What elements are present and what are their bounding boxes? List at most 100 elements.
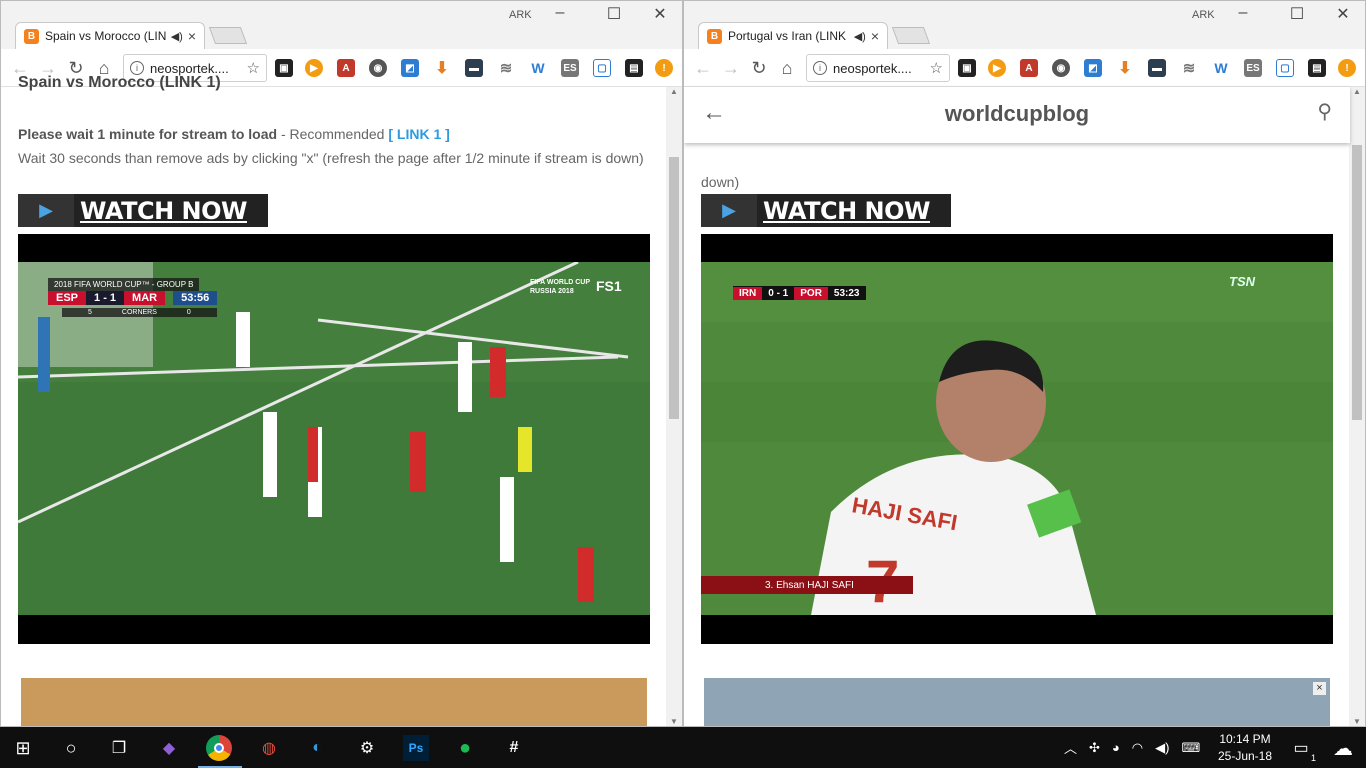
- page-content: Spain vs Morocco (LINK 1) Please wait 1 …: [1, 74, 667, 726]
- slack-icon[interactable]: #: [501, 735, 527, 761]
- extension-icon[interactable]: ES: [1244, 59, 1262, 77]
- windows-start-icon[interactable]: ⊞: [10, 735, 36, 761]
- wait-text: Please wait 1 minute for stream to load: [18, 126, 278, 142]
- extension-icon[interactable]: ▢: [593, 59, 611, 77]
- back-arrow-icon[interactable]: ←: [692, 58, 714, 78]
- title-bar: B Portugal vs Iran (LINK ◀) × ARK – ☐ ✕: [684, 1, 1365, 49]
- extension-icon[interactable]: ES: [561, 59, 579, 77]
- cortana-search-icon[interactable]: ○: [58, 735, 84, 761]
- app-tray-icon[interactable]: ✣: [1089, 740, 1100, 756]
- extension-icon[interactable]: ◩: [1084, 59, 1102, 77]
- profile-name[interactable]: ARK: [509, 9, 532, 21]
- weather-icon[interactable]: ☁: [1330, 735, 1356, 761]
- address-bar[interactable]: i neosportek.... ☆: [806, 54, 950, 82]
- ad-banner[interactable]: [21, 678, 647, 726]
- pdf-extension-icon[interactable]: A: [1020, 59, 1038, 77]
- discord-icon[interactable]: ◕: [1112, 740, 1120, 755]
- extension-icon[interactable]: ▣: [275, 59, 293, 77]
- volume-icon[interactable]: ◀): [1155, 740, 1169, 756]
- steam-icon[interactable]: ⚙: [354, 735, 380, 761]
- chevron-up-icon[interactable]: ︿: [1064, 738, 1077, 757]
- tab-close-icon[interactable]: ×: [188, 28, 196, 44]
- app-icon[interactable]: ◍: [256, 735, 282, 761]
- download-icon[interactable]: ⬇: [1116, 59, 1134, 77]
- info-icon[interactable]: i: [813, 61, 827, 75]
- extension-icon[interactable]: ▶: [305, 59, 323, 77]
- taskbar: ⊞ ○ ❐ ◆ ◍ ◐ ⚙ Ps ● # ︿ ✣ ◕ ◠ ◀) ⌨ 10:14 …: [0, 727, 1366, 768]
- match-clock: 53:23: [827, 286, 866, 300]
- ad-close-button[interactable]: ×: [1313, 682, 1326, 695]
- blog-title[interactable]: worldcupblog: [684, 101, 1350, 127]
- database-icon[interactable]: ≋: [1180, 59, 1198, 77]
- system-tray: ︿ ✣ ◕ ◠ ◀) ⌨: [1064, 727, 1200, 768]
- photoshop-icon[interactable]: Ps: [403, 735, 429, 761]
- corners-left: 5: [88, 309, 92, 316]
- keyboard-icon[interactable]: ⌨: [1181, 740, 1200, 756]
- maximize-button[interactable]: ☐: [594, 4, 634, 24]
- chrome-icon[interactable]: [206, 735, 232, 761]
- tab-title: Portugal vs Iran (LINK: [728, 29, 847, 43]
- new-tab-button[interactable]: [891, 27, 931, 44]
- extension-icon[interactable]: ▤: [625, 59, 643, 77]
- match-video-frame: HAJI SAFI 7: [701, 262, 1333, 615]
- corners-right: 0: [186, 309, 191, 316]
- scrollbar[interactable]: ▲ ▼: [666, 87, 682, 726]
- link-1[interactable]: [ LINK 1 ]: [388, 126, 449, 142]
- bookmark-star-icon[interactable]: ☆: [930, 59, 943, 77]
- maximize-button[interactable]: ☐: [1277, 4, 1317, 24]
- watch-now-button[interactable]: ▶ WATCH NOW: [18, 194, 268, 227]
- close-window-button[interactable]: ✕: [1323, 4, 1363, 24]
- extension-icon[interactable]: ▤: [1308, 59, 1326, 77]
- extension-icon[interactable]: ◉: [369, 59, 387, 77]
- scrollbar-thumb[interactable]: [1352, 145, 1362, 420]
- extension-icon[interactable]: ◉: [1052, 59, 1070, 77]
- player-caption: 3. Ehsan HAJI SAFI: [701, 576, 913, 594]
- search-icon[interactable]: ⚲: [1317, 99, 1332, 124]
- reload-icon[interactable]: ↻: [748, 58, 770, 78]
- home-icon[interactable]: ⌂: [776, 58, 798, 78]
- alert-icon[interactable]: !: [655, 59, 673, 77]
- task-view-icon[interactable]: ❐: [106, 735, 132, 761]
- notification-center-icon[interactable]: ▭ 1: [1288, 735, 1316, 763]
- pdf-extension-icon[interactable]: A: [337, 59, 355, 77]
- ad-banner[interactable]: ×: [704, 678, 1330, 726]
- watch-now-button[interactable]: ▶ WATCH NOW: [701, 194, 951, 227]
- extension-icon[interactable]: ▣: [958, 59, 976, 77]
- corners-label: CORNERS: [121, 309, 157, 316]
- new-tab-button[interactable]: [208, 27, 248, 44]
- extension-icon[interactable]: ▶: [988, 59, 1006, 77]
- close-window-button[interactable]: ✕: [640, 4, 680, 24]
- tab-close-icon[interactable]: ×: [871, 28, 879, 44]
- minimize-button[interactable]: –: [1223, 4, 1263, 22]
- extension-icon[interactable]: ▬: [465, 59, 483, 77]
- score: 0 - 1: [762, 286, 795, 300]
- browser-tab[interactable]: B Portugal vs Iran (LINK ◀) ×: [698, 22, 888, 49]
- scrollbar-thumb[interactable]: [669, 157, 679, 419]
- audio-playing-icon[interactable]: ◀): [854, 30, 866, 43]
- extension-w-icon[interactable]: W: [1212, 59, 1230, 77]
- clock[interactable]: 10:14 PM 25-Jun-18: [1210, 731, 1280, 765]
- clock-time: 10:14 PM: [1219, 732, 1271, 746]
- video-player[interactable]: 2018 FIFA WORLD CUP™ - GROUP B ESP 1 - 1…: [18, 234, 650, 644]
- database-icon[interactable]: ≋: [497, 59, 515, 77]
- headset-app-icon[interactable]: ◐: [304, 735, 330, 761]
- audio-playing-icon[interactable]: ◀): [171, 30, 183, 43]
- extension-icon[interactable]: ▬: [1148, 59, 1166, 77]
- watch-now-label: WATCH NOW: [80, 196, 248, 225]
- forward-arrow-icon[interactable]: →: [720, 58, 742, 78]
- visual-studio-icon[interactable]: ◆: [156, 735, 182, 761]
- scroll-down-icon: ▼: [670, 717, 678, 726]
- extension-icon[interactable]: ◩: [401, 59, 419, 77]
- browser-tab[interactable]: B Spain vs Morocco (LIN ◀) ×: [15, 22, 205, 49]
- extension-w-icon[interactable]: W: [529, 59, 547, 77]
- wifi-icon[interactable]: ◠: [1132, 740, 1143, 756]
- alert-icon[interactable]: !: [1338, 59, 1356, 77]
- spotify-icon[interactable]: ●: [452, 735, 478, 761]
- extension-icon[interactable]: ▢: [1276, 59, 1294, 77]
- minimize-button[interactable]: –: [540, 4, 580, 22]
- video-player[interactable]: HAJI SAFI 7 IRN 0 - 1 POR 53:23 TSN 3. E…: [701, 234, 1333, 644]
- profile-name[interactable]: ARK: [1192, 9, 1215, 21]
- download-icon[interactable]: ⬇: [433, 59, 451, 77]
- scrollbar[interactable]: ▲ ▼: [1349, 87, 1365, 726]
- bookmark-star-icon[interactable]: ☆: [247, 59, 260, 77]
